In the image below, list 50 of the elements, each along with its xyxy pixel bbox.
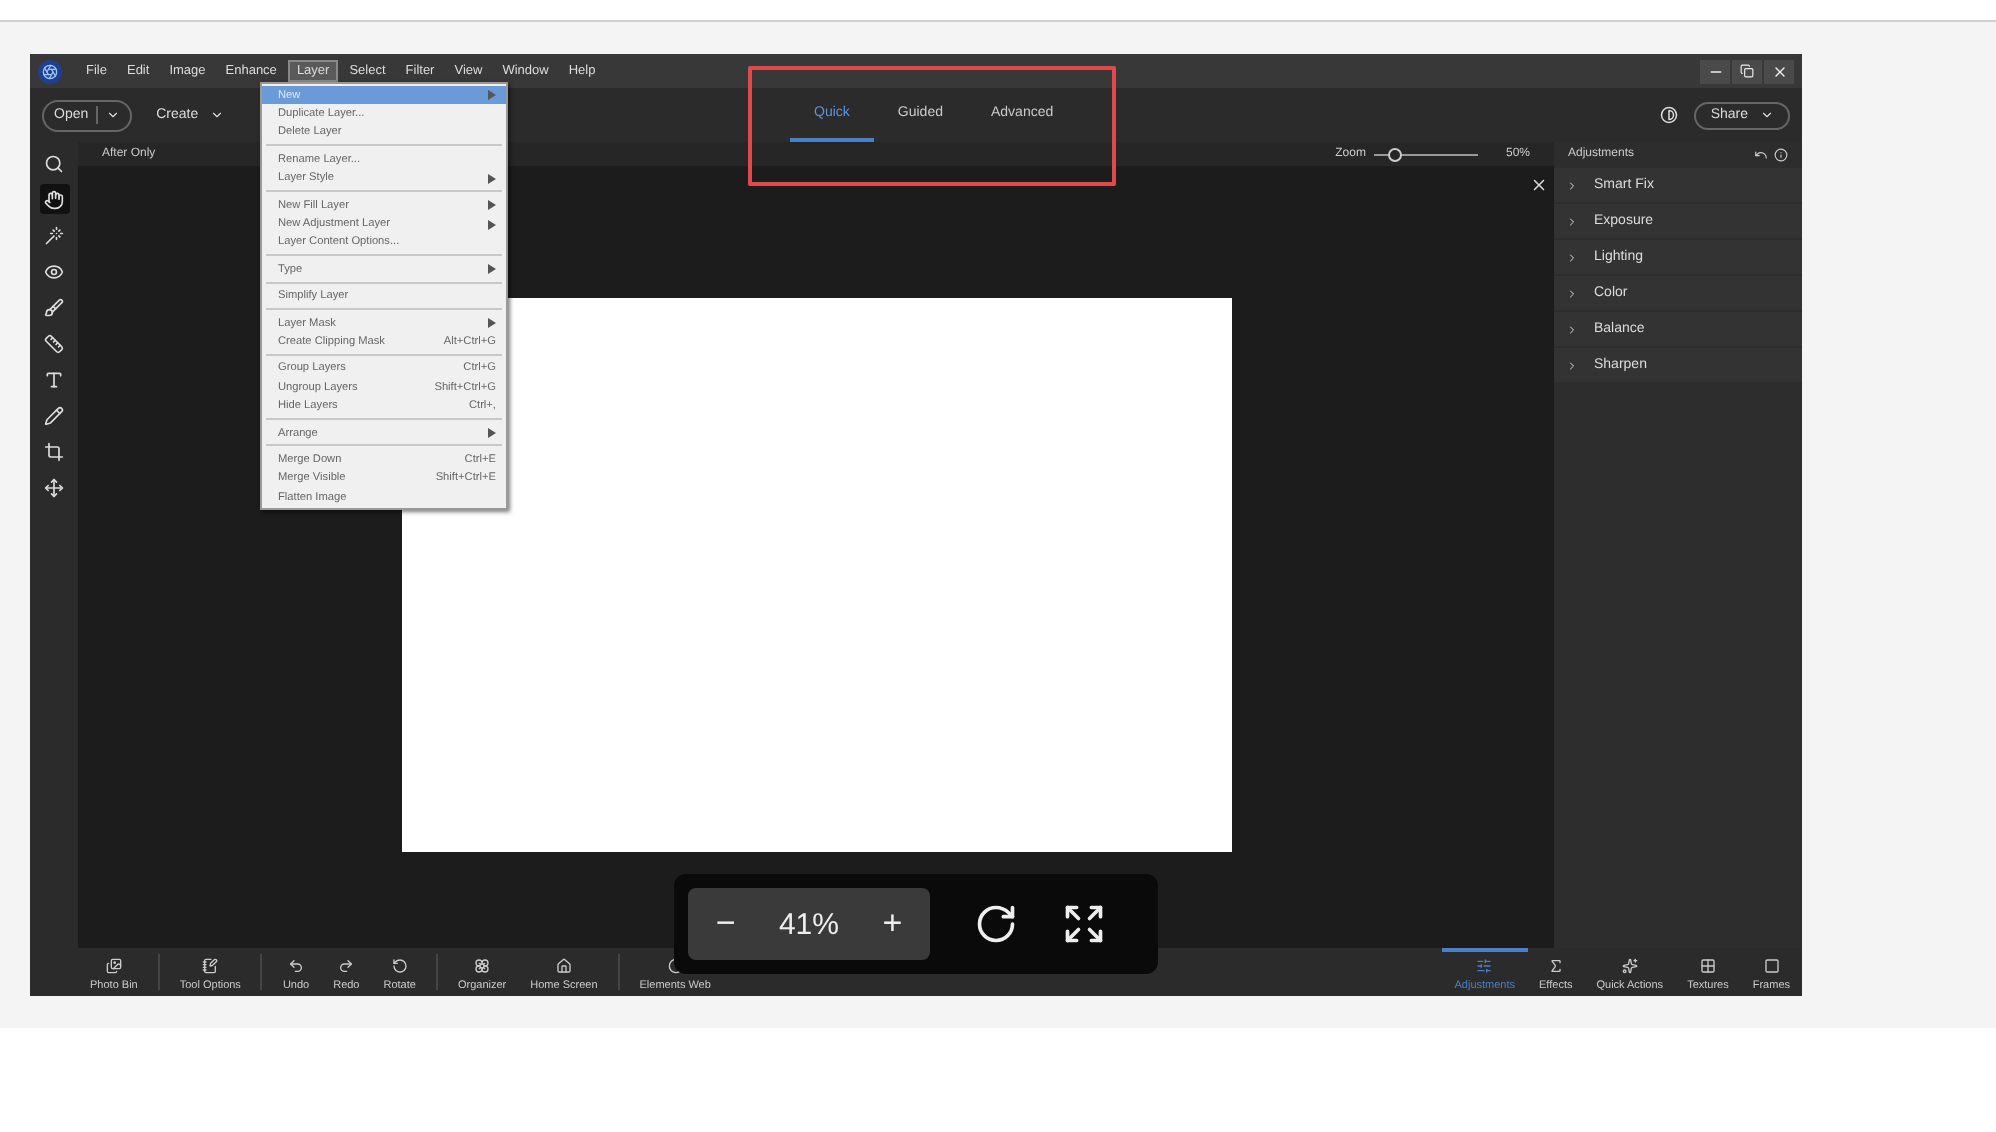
brush-icon	[44, 297, 64, 317]
rotate-button[interactable]	[974, 902, 1018, 946]
slider-thumb[interactable]	[1388, 147, 1403, 161]
eye-icon	[44, 261, 64, 281]
reset-icon[interactable]	[1754, 147, 1768, 161]
search-icon	[44, 153, 64, 173]
expand-icon	[1062, 902, 1106, 946]
wand-icon	[44, 225, 64, 245]
caret-icon	[210, 108, 225, 122]
move-icon	[44, 477, 64, 497]
chevron-icon	[1566, 215, 1578, 227]
app-logo-icon	[38, 59, 62, 83]
undo-icon	[288, 957, 305, 973]
redo-icon	[338, 957, 355, 973]
frame-icon	[1763, 957, 1780, 973]
home-icon	[555, 957, 572, 973]
sparkles-icon	[1621, 957, 1638, 973]
contrast-icon[interactable]	[1660, 106, 1679, 124]
restore-button[interactable]	[1732, 59, 1762, 83]
close-icon	[1771, 63, 1787, 79]
zoom-in-button[interactable]: +	[870, 904, 915, 944]
chevron-icon	[1566, 359, 1578, 371]
zoom-percentage: 41%	[778, 907, 839, 941]
rotate-icon	[974, 902, 1018, 946]
hand-icon	[44, 189, 64, 209]
caret-icon	[106, 108, 121, 122]
text-icon	[44, 369, 64, 389]
restore-icon	[1740, 64, 1754, 78]
pencil-icon	[44, 405, 64, 425]
close-button[interactable]	[1764, 59, 1794, 83]
caret-icon	[1760, 108, 1774, 122]
crop-icon	[44, 441, 64, 461]
notepad-icon	[202, 957, 219, 973]
tool-button[interactable]	[39, 184, 69, 214]
photos-icon	[105, 957, 122, 973]
flower-icon	[474, 957, 491, 973]
chevron-icon	[1566, 323, 1578, 335]
chevron-icon	[1566, 251, 1578, 263]
info-icon[interactable]	[1774, 147, 1788, 161]
chevron-icon	[1566, 287, 1578, 299]
grid-icon	[1699, 957, 1716, 973]
close-icon[interactable]	[1530, 176, 1548, 194]
chevron-icon	[1566, 179, 1578, 191]
fullscreen-button[interactable]	[1062, 902, 1106, 946]
ruler-icon	[44, 333, 64, 353]
rotate-icon	[391, 957, 408, 973]
zoom-out-button[interactable]: −	[703, 904, 748, 944]
sliders-icon	[1476, 957, 1493, 973]
minimize-button[interactable]	[1700, 59, 1730, 83]
sigma-icon	[1547, 957, 1564, 973]
